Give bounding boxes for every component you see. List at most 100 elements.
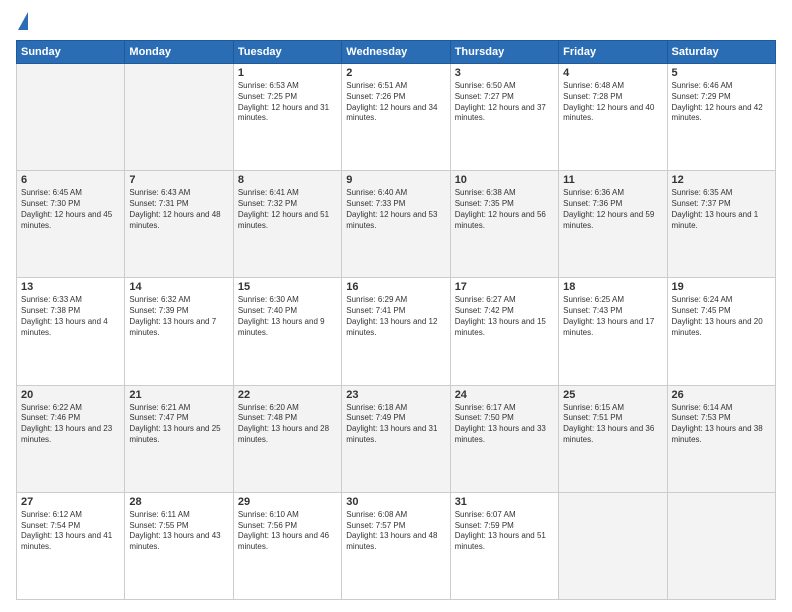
day-number: 12 [672, 174, 771, 186]
day-number: 15 [238, 281, 337, 293]
table-row: 25 Sunrise: 6:15 AM Sunset: 7:51 PM Dayli… [559, 385, 667, 492]
weekday-tuesday: Tuesday [233, 41, 341, 64]
day-info: Sunrise: 6:40 AM Sunset: 7:33 PM Dayligh… [346, 188, 445, 231]
table-row: 23 Sunrise: 6:18 AM Sunset: 7:49 PM Dayli… [342, 385, 450, 492]
week-row-3: 13 Sunrise: 6:33 AM Sunset: 7:38 PM Dayli… [17, 278, 776, 385]
day-number: 24 [455, 389, 554, 401]
day-info: Sunrise: 6:45 AM Sunset: 7:30 PM Dayligh… [21, 188, 120, 231]
table-row: 3 Sunrise: 6:50 AM Sunset: 7:27 PM Daylig… [450, 64, 558, 171]
day-info: Sunrise: 6:53 AM Sunset: 7:25 PM Dayligh… [238, 81, 337, 124]
table-row [17, 64, 125, 171]
table-row: 17 Sunrise: 6:27 AM Sunset: 7:42 PM Dayli… [450, 278, 558, 385]
day-number: 27 [21, 496, 120, 508]
table-row: 7 Sunrise: 6:43 AM Sunset: 7:31 PM Daylig… [125, 171, 233, 278]
table-row: 2 Sunrise: 6:51 AM Sunset: 7:26 PM Daylig… [342, 64, 450, 171]
day-number: 3 [455, 67, 554, 79]
day-info: Sunrise: 6:21 AM Sunset: 7:47 PM Dayligh… [129, 403, 228, 446]
day-info: Sunrise: 6:11 AM Sunset: 7:55 PM Dayligh… [129, 510, 228, 553]
day-number: 19 [672, 281, 771, 293]
weekday-saturday: Saturday [667, 41, 775, 64]
day-number: 16 [346, 281, 445, 293]
table-row: 18 Sunrise: 6:25 AM Sunset: 7:43 PM Dayli… [559, 278, 667, 385]
table-row: 13 Sunrise: 6:33 AM Sunset: 7:38 PM Dayli… [17, 278, 125, 385]
logo-triangle-icon [18, 12, 28, 30]
day-number: 23 [346, 389, 445, 401]
day-info: Sunrise: 6:15 AM Sunset: 7:51 PM Dayligh… [563, 403, 662, 446]
table-row: 24Sunrise: 6:17 AM Sunset: 7:50 PM Dayli… [450, 385, 558, 492]
day-info: Sunrise: 6:51 AM Sunset: 7:26 PM Dayligh… [346, 81, 445, 124]
day-info: Sunrise: 6:10 AM Sunset: 7:56 PM Dayligh… [238, 510, 337, 553]
day-info: Sunrise: 6:46 AM Sunset: 7:29 PM Dayligh… [672, 81, 771, 124]
day-info: Sunrise: 6:20 AM Sunset: 7:48 PM Dayligh… [238, 403, 337, 446]
day-info: Sunrise: 6:48 AM Sunset: 7:28 PM Dayligh… [563, 81, 662, 124]
day-info: Sunrise: 6:50 AM Sunset: 7:27 PM Dayligh… [455, 81, 554, 124]
table-row: 8 Sunrise: 6:41 AM Sunset: 7:32 PM Daylig… [233, 171, 341, 278]
day-number: 29 [238, 496, 337, 508]
day-number: 2 [346, 67, 445, 79]
day-number: 5 [672, 67, 771, 79]
day-number: 21 [129, 389, 228, 401]
table-row: 19 Sunrise: 6:24 AM Sunset: 7:45 PM Dayli… [667, 278, 775, 385]
day-number: 4 [563, 67, 662, 79]
table-row [667, 492, 775, 599]
week-row-5: 27Sunrise: 6:12 AM Sunset: 7:54 PM Dayli… [17, 492, 776, 599]
table-row: 10 Sunrise: 6:38 AM Sunset: 7:35 PM Dayli… [450, 171, 558, 278]
table-row: 31 Sunrise: 6:07 AM Sunset: 7:59 PM Dayli… [450, 492, 558, 599]
day-info: Sunrise: 6:43 AM Sunset: 7:31 PM Dayligh… [129, 188, 228, 231]
weekday-thursday: Thursday [450, 41, 558, 64]
day-number: 6 [21, 174, 120, 186]
table-row: 22Sunrise: 6:20 AM Sunset: 7:48 PM Dayli… [233, 385, 341, 492]
day-info: Sunrise: 6:25 AM Sunset: 7:43 PM Dayligh… [563, 295, 662, 338]
day-info: Sunrise: 6:07 AM Sunset: 7:59 PM Dayligh… [455, 510, 554, 553]
week-row-4: 20 Sunrise: 6:22 AM Sunset: 7:46 PM Dayli… [17, 385, 776, 492]
day-info: Sunrise: 6:36 AM Sunset: 7:36 PM Dayligh… [563, 188, 662, 231]
day-info: Sunrise: 6:24 AM Sunset: 7:45 PM Dayligh… [672, 295, 771, 338]
day-number: 20 [21, 389, 120, 401]
table-row: 26 Sunrise: 6:14 AM Sunset: 7:53 PM Dayli… [667, 385, 775, 492]
day-info: Sunrise: 6:18 AM Sunset: 7:49 PM Dayligh… [346, 403, 445, 446]
day-info: Sunrise: 6:38 AM Sunset: 7:35 PM Dayligh… [455, 188, 554, 231]
day-number: 1 [238, 67, 337, 79]
table-row: 29 Sunrise: 6:10 AM Sunset: 7:56 PM Dayli… [233, 492, 341, 599]
table-row: 30Sunrise: 6:08 AM Sunset: 7:57 PM Dayli… [342, 492, 450, 599]
logo [16, 12, 28, 32]
day-number: 25 [563, 389, 662, 401]
table-row: 11 Sunrise: 6:36 AM Sunset: 7:36 PM Dayli… [559, 171, 667, 278]
day-info: Sunrise: 6:22 AM Sunset: 7:46 PM Dayligh… [21, 403, 120, 446]
weekday-wednesday: Wednesday [342, 41, 450, 64]
table-row: 15Sunrise: 6:30 AM Sunset: 7:40 PM Dayli… [233, 278, 341, 385]
table-row [559, 492, 667, 599]
weekday-header-row: SundayMondayTuesdayWednesdayThursdayFrid… [17, 41, 776, 64]
day-number: 7 [129, 174, 228, 186]
weekday-friday: Friday [559, 41, 667, 64]
day-info: Sunrise: 6:29 AM Sunset: 7:41 PM Dayligh… [346, 295, 445, 338]
table-row: 28Sunrise: 6:11 AM Sunset: 7:55 PM Dayli… [125, 492, 233, 599]
table-row: 16 Sunrise: 6:29 AM Sunset: 7:41 PM Dayli… [342, 278, 450, 385]
day-number: 30 [346, 496, 445, 508]
day-info: Sunrise: 6:27 AM Sunset: 7:42 PM Dayligh… [455, 295, 554, 338]
day-info: Sunrise: 6:32 AM Sunset: 7:39 PM Dayligh… [129, 295, 228, 338]
calendar-table: SundayMondayTuesdayWednesdayThursdayFrid… [16, 40, 776, 600]
day-info: Sunrise: 6:33 AM Sunset: 7:38 PM Dayligh… [21, 295, 120, 338]
day-number: 8 [238, 174, 337, 186]
day-number: 31 [455, 496, 554, 508]
weekday-sunday: Sunday [17, 41, 125, 64]
page: SundayMondayTuesdayWednesdayThursdayFrid… [0, 0, 792, 612]
day-number: 13 [21, 281, 120, 293]
day-number: 14 [129, 281, 228, 293]
day-number: 11 [563, 174, 662, 186]
day-number: 26 [672, 389, 771, 401]
day-info: Sunrise: 6:35 AM Sunset: 7:37 PM Dayligh… [672, 188, 771, 231]
day-number: 9 [346, 174, 445, 186]
week-row-1: 1 Sunrise: 6:53 AM Sunset: 7:25 PM Daylig… [17, 64, 776, 171]
day-number: 18 [563, 281, 662, 293]
table-row: 9 Sunrise: 6:40 AM Sunset: 7:33 PM Daylig… [342, 171, 450, 278]
table-row: 1 Sunrise: 6:53 AM Sunset: 7:25 PM Daylig… [233, 64, 341, 171]
day-info: Sunrise: 6:14 AM Sunset: 7:53 PM Dayligh… [672, 403, 771, 446]
day-number: 10 [455, 174, 554, 186]
day-info: Sunrise: 6:41 AM Sunset: 7:32 PM Dayligh… [238, 188, 337, 231]
table-row: 6 Sunrise: 6:45 AM Sunset: 7:30 PM Daylig… [17, 171, 125, 278]
table-row: 14 Sunrise: 6:32 AM Sunset: 7:39 PM Dayli… [125, 278, 233, 385]
week-row-2: 6 Sunrise: 6:45 AM Sunset: 7:30 PM Daylig… [17, 171, 776, 278]
day-number: 17 [455, 281, 554, 293]
